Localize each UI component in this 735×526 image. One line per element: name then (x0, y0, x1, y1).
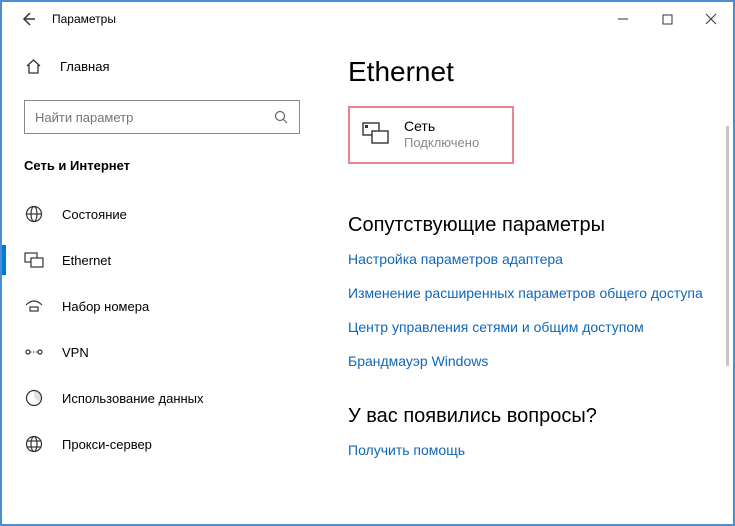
back-button[interactable] (14, 5, 42, 33)
page-title: Ethernet (348, 56, 707, 88)
nav-item-ethernet[interactable]: Ethernet (2, 237, 322, 283)
vpn-icon (24, 342, 44, 362)
home-label: Главная (60, 59, 109, 74)
nav-item-proxy[interactable]: Прокси-сервер (2, 421, 322, 467)
close-button[interactable] (689, 4, 733, 34)
scrollbar[interactable] (726, 126, 729, 366)
link-adapter-settings[interactable]: Настройка параметров адаптера (348, 251, 707, 267)
questions-heading: У вас появились вопросы? (348, 405, 707, 428)
titlebar: Параметры (2, 2, 733, 36)
sidebar: Главная Сеть и Интернет Состояние Ethern… (2, 36, 322, 524)
network-card[interactable]: Сеть Подключено (348, 106, 514, 164)
maximize-button[interactable] (645, 4, 689, 34)
section-label: Сеть и Интернет (2, 134, 322, 183)
nav-list: Состояние Ethernet Набор номера VPN (2, 191, 322, 467)
nav-label: VPN (62, 345, 89, 360)
related-heading: Сопутствующие параметры (348, 214, 707, 237)
nav-item-datausage[interactable]: Использование данных (2, 375, 322, 421)
dialup-icon (24, 296, 44, 316)
nav-label: Использование данных (62, 391, 204, 406)
link-firewall[interactable]: Брандмауэр Windows (348, 353, 707, 369)
ethernet-icon (24, 250, 44, 270)
link-get-help[interactable]: Получить помощь (348, 442, 707, 458)
nav-label: Ethernet (62, 253, 111, 268)
home-icon (24, 57, 42, 75)
network-icon (362, 122, 390, 146)
link-advanced-sharing[interactable]: Изменение расширенных параметров общего … (348, 285, 707, 301)
window-title: Параметры (52, 12, 116, 26)
status-icon (24, 204, 44, 224)
search-icon (274, 110, 289, 125)
nav-label: Прокси-сервер (62, 437, 152, 452)
nav-label: Состояние (62, 207, 127, 222)
nav-item-status[interactable]: Состояние (2, 191, 322, 237)
window-controls (601, 4, 733, 34)
search-box[interactable] (24, 100, 300, 134)
link-network-center[interactable]: Центр управления сетями и общим доступом (348, 319, 707, 335)
search-input[interactable] (35, 110, 274, 125)
nav-item-dialup[interactable]: Набор номера (2, 283, 322, 329)
datausage-icon (24, 388, 44, 408)
nav-item-vpn[interactable]: VPN (2, 329, 322, 375)
network-name: Сеть (404, 118, 479, 135)
nav-label: Набор номера (62, 299, 149, 314)
home-nav[interactable]: Главная (2, 46, 322, 86)
minimize-button[interactable] (601, 4, 645, 34)
main-content: Ethernet Сеть Подключено Сопутствующие п… (322, 36, 733, 524)
network-status: Подключено (404, 135, 479, 150)
proxy-icon (24, 434, 44, 454)
